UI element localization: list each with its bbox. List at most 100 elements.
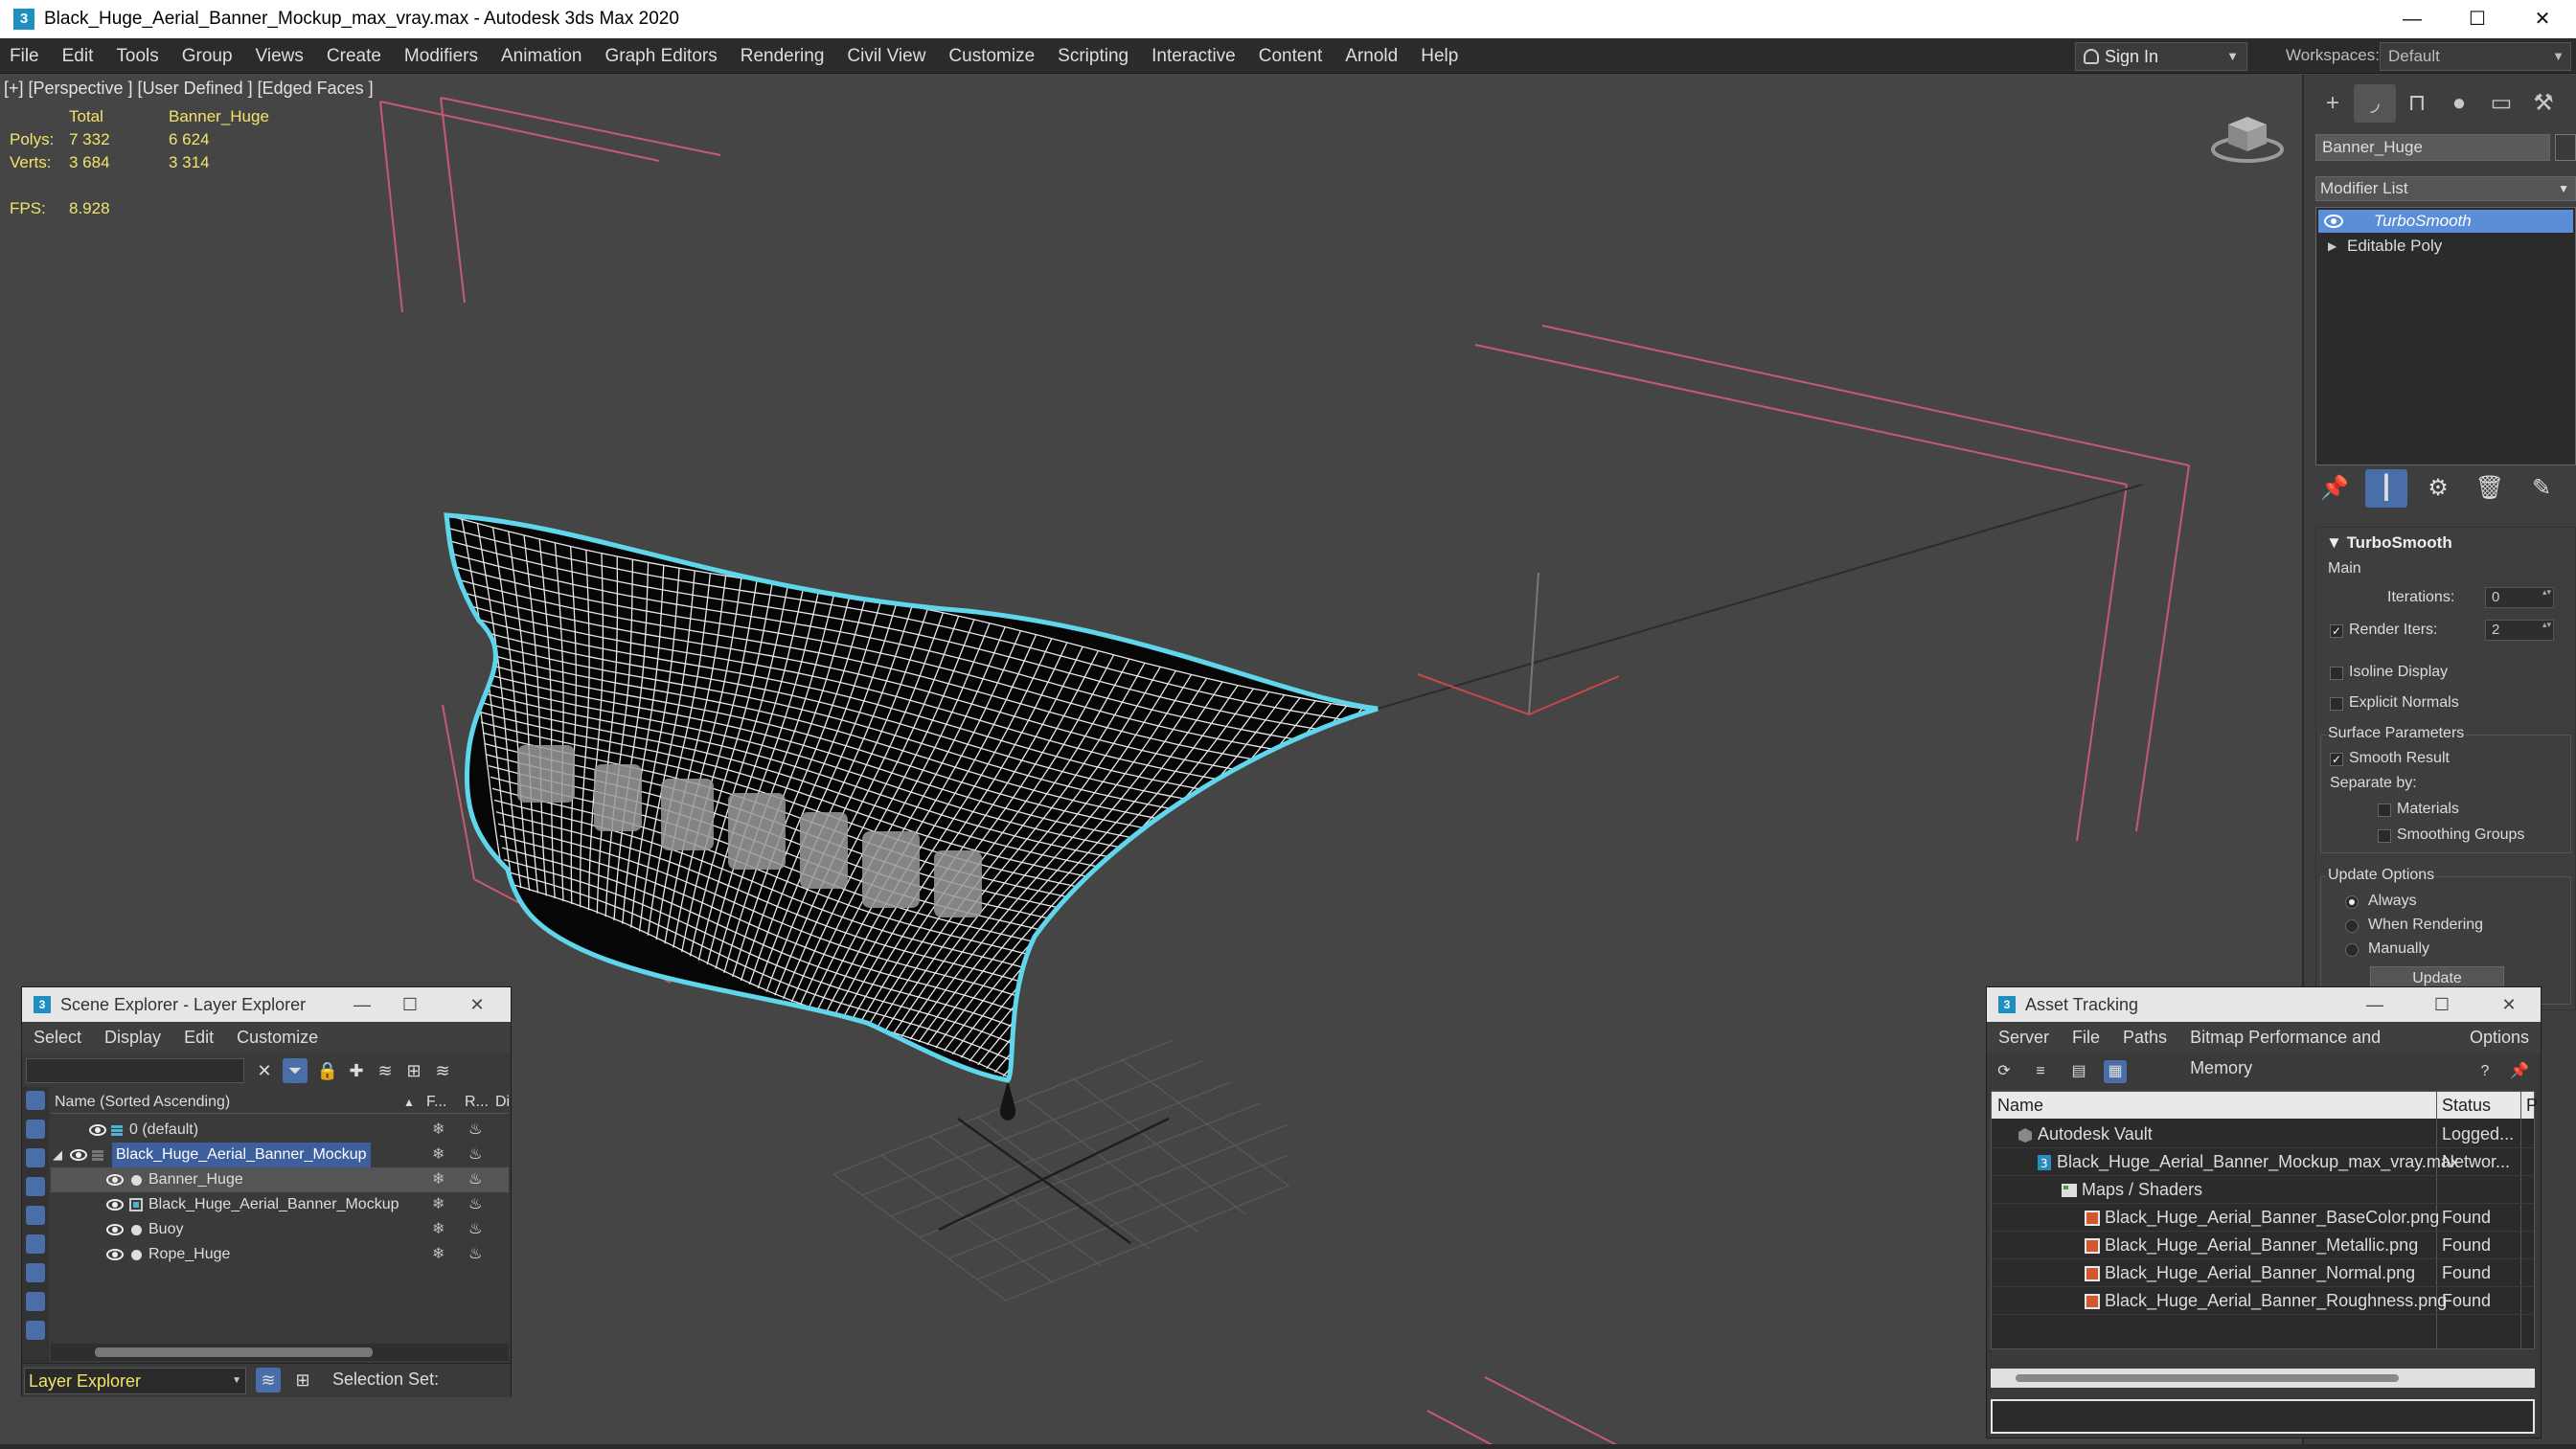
- close-button[interactable]: ✕: [2485, 987, 2533, 1022]
- display-none-icon[interactable]: [26, 1091, 45, 1110]
- display-tab-icon[interactable]: ▭: [2480, 84, 2522, 123]
- create-tab-icon[interactable]: +: [2312, 84, 2354, 123]
- menu-customize[interactable]: Customize: [937, 38, 1046, 74]
- layers-icon[interactable]: ≋: [373, 1058, 398, 1083]
- path-column-header[interactable]: P: [2526, 1092, 2538, 1119]
- display-helpers-icon[interactable]: [26, 1234, 45, 1254]
- freeze-icon[interactable]: ❄: [432, 1143, 445, 1167]
- workspaces-select[interactable]: Default ▼: [2380, 42, 2571, 71]
- scene-explorer-titlebar[interactable]: 3 Scene Explorer - Layer Explorer — ☐ ✕: [22, 987, 511, 1022]
- freeze-icon[interactable]: ❄: [432, 1118, 445, 1143]
- at-menu-options[interactable]: Options: [2458, 1022, 2541, 1053]
- name-column-header[interactable]: Name: [1997, 1092, 2043, 1119]
- menu-edit[interactable]: Edit: [51, 38, 105, 74]
- show-end-result-icon[interactable]: ┃: [2365, 469, 2407, 508]
- display-geometry-icon[interactable]: [26, 1120, 45, 1139]
- smoothing-groups-checkbox[interactable]: [2378, 829, 2391, 843]
- name-column-header[interactable]: Name (Sorted Ascending): [55, 1091, 230, 1114]
- scrollbar-thumb[interactable]: [95, 1347, 373, 1357]
- eye-icon[interactable]: [106, 1174, 124, 1186]
- filter-icon[interactable]: ⏷: [283, 1058, 308, 1083]
- hierarchy-icon[interactable]: ⊞: [401, 1058, 426, 1083]
- make-unique-icon[interactable]: ⚙: [2417, 469, 2459, 508]
- viewcube-icon[interactable]: [2209, 107, 2286, 165]
- at-menu-paths[interactable]: Paths: [2111, 1022, 2178, 1053]
- se-menu-select[interactable]: Select: [22, 1022, 93, 1053]
- asset-path-field[interactable]: [1991, 1399, 2535, 1434]
- maximize-button[interactable]: ☐: [2418, 987, 2466, 1022]
- eye-icon[interactable]: [106, 1249, 124, 1260]
- layer-stack-icon[interactable]: ≋: [430, 1058, 455, 1083]
- render-teapot-icon[interactable]: ♨: [468, 1217, 482, 1242]
- menu-arnold[interactable]: Arnold: [1334, 38, 1409, 74]
- render-teapot-icon[interactable]: ♨: [468, 1167, 482, 1192]
- render-teapot-icon[interactable]: ♨: [468, 1143, 482, 1167]
- iterations-spinner[interactable]: 0: [2485, 587, 2554, 608]
- object-name-field[interactable]: Banner_Huge: [2315, 134, 2550, 161]
- asset-row-maps[interactable]: Maps / Shaders: [1992, 1176, 2534, 1204]
- asset-tracking-titlebar[interactable]: 3 Asset Tracking — ☐ ✕: [1987, 987, 2541, 1022]
- pin-icon[interactable]: 📌: [2508, 1060, 2531, 1083]
- se-menu-edit[interactable]: Edit: [172, 1022, 225, 1053]
- menu-animation[interactable]: Animation: [490, 38, 594, 74]
- eye-icon[interactable]: [2324, 215, 2343, 228]
- pin-stack-icon[interactable]: 📌: [2314, 469, 2356, 508]
- menu-views[interactable]: Views: [244, 38, 315, 74]
- menu-scripting[interactable]: Scripting: [1046, 38, 1140, 74]
- status-column-header[interactable]: Status: [2442, 1092, 2491, 1119]
- eye-icon[interactable]: [70, 1149, 87, 1161]
- render-teapot-icon[interactable]: ♨: [468, 1192, 482, 1217]
- layer-row-banner-mockup[interactable]: ◢ Black_Huge_Aerial_Banner_Mockup ❄ ♨: [51, 1143, 509, 1167]
- stack-item-editable-poly[interactable]: ▶ Editable Poly: [2318, 235, 2573, 258]
- clear-search-icon[interactable]: ✕: [252, 1058, 277, 1083]
- asset-row-roughness[interactable]: Black_Huge_Aerial_Banner_Roughness.png F…: [1992, 1287, 2534, 1315]
- modify-tab-icon[interactable]: ◞: [2354, 84, 2396, 123]
- object-color-swatch[interactable]: [2555, 134, 2576, 161]
- display-spacewarps-icon[interactable]: [26, 1263, 45, 1282]
- motion-tab-icon[interactable]: ●: [2438, 84, 2480, 123]
- scrollbar-thumb[interactable]: [2016, 1374, 2399, 1382]
- modifier-list-dropdown[interactable]: Modifier List ▼: [2315, 176, 2576, 201]
- asset-row-normal[interactable]: Black_Huge_Aerial_Banner_Normal.png Foun…: [1992, 1259, 2534, 1287]
- hierarchy-tab-icon[interactable]: ⊓: [2396, 84, 2438, 123]
- asset-row-basecolor[interactable]: Black_Huge_Aerial_Banner_BaseColor.png F…: [1992, 1204, 2534, 1232]
- object-row-buoy[interactable]: Buoy ❄ ♨: [51, 1217, 509, 1242]
- horizontal-scrollbar[interactable]: [1991, 1369, 2535, 1388]
- explorer-type-dropdown[interactable]: Layer Explorer ▼: [24, 1368, 246, 1394]
- search-input[interactable]: [26, 1058, 244, 1083]
- lock-icon[interactable]: 🔒: [315, 1058, 340, 1083]
- menu-modifiers[interactable]: Modifiers: [393, 38, 490, 74]
- at-menu-bitmap-performance[interactable]: Bitmap Performance and Memory: [2178, 1022, 2458, 1077]
- display-xrefs-icon[interactable]: [26, 1321, 45, 1340]
- grid-view-icon[interactable]: ▦: [2104, 1060, 2127, 1083]
- at-menu-file[interactable]: File: [2061, 1022, 2111, 1053]
- list-view-icon[interactable]: ≡: [2029, 1060, 2052, 1083]
- frozen-column-header[interactable]: F...: [426, 1091, 446, 1114]
- when-rendering-radio[interactable]: [2345, 919, 2359, 933]
- eye-icon[interactable]: [106, 1224, 124, 1235]
- asset-row-max-file[interactable]: 3 Black_Huge_Aerial_Banner_Mockup_max_vr…: [1992, 1148, 2534, 1176]
- help-icon[interactable]: ?: [2473, 1060, 2496, 1083]
- hierarchy-toggle-icon[interactable]: ⊞: [290, 1368, 315, 1392]
- smooth-result-checkbox[interactable]: ✓: [2330, 753, 2343, 766]
- menu-tools[interactable]: Tools: [104, 38, 170, 74]
- maximize-button[interactable]: ☐: [386, 987, 434, 1022]
- freeze-icon[interactable]: ❄: [432, 1167, 445, 1192]
- stack-item-turbosmooth[interactable]: TurboSmooth: [2318, 210, 2573, 233]
- render-teapot-icon[interactable]: ♨: [468, 1118, 482, 1143]
- render-iters-spinner[interactable]: 2: [2485, 620, 2554, 641]
- menu-help[interactable]: Help: [1409, 38, 1470, 74]
- always-radio[interactable]: [2345, 895, 2359, 909]
- remove-modifier-icon[interactable]: 🗑: [2469, 469, 2511, 508]
- at-menu-server[interactable]: Server: [1987, 1022, 2061, 1053]
- minimize-button[interactable]: —: [2380, 0, 2445, 38]
- display-column-header[interactable]: Displ: [495, 1091, 509, 1114]
- eye-icon[interactable]: [106, 1199, 124, 1211]
- asset-row-vault[interactable]: Autodesk Vault Logged...: [1992, 1121, 2534, 1148]
- menu-content[interactable]: Content: [1247, 38, 1334, 74]
- configure-modifier-sets-icon[interactable]: ✎: [2520, 469, 2563, 508]
- render-column-header[interactable]: R...: [465, 1091, 489, 1114]
- object-row-banner-huge[interactable]: Banner_Huge ❄ ♨: [51, 1167, 509, 1192]
- menu-create[interactable]: Create: [315, 38, 393, 74]
- layer-row-default[interactable]: 0 (default) ❄ ♨: [51, 1118, 509, 1143]
